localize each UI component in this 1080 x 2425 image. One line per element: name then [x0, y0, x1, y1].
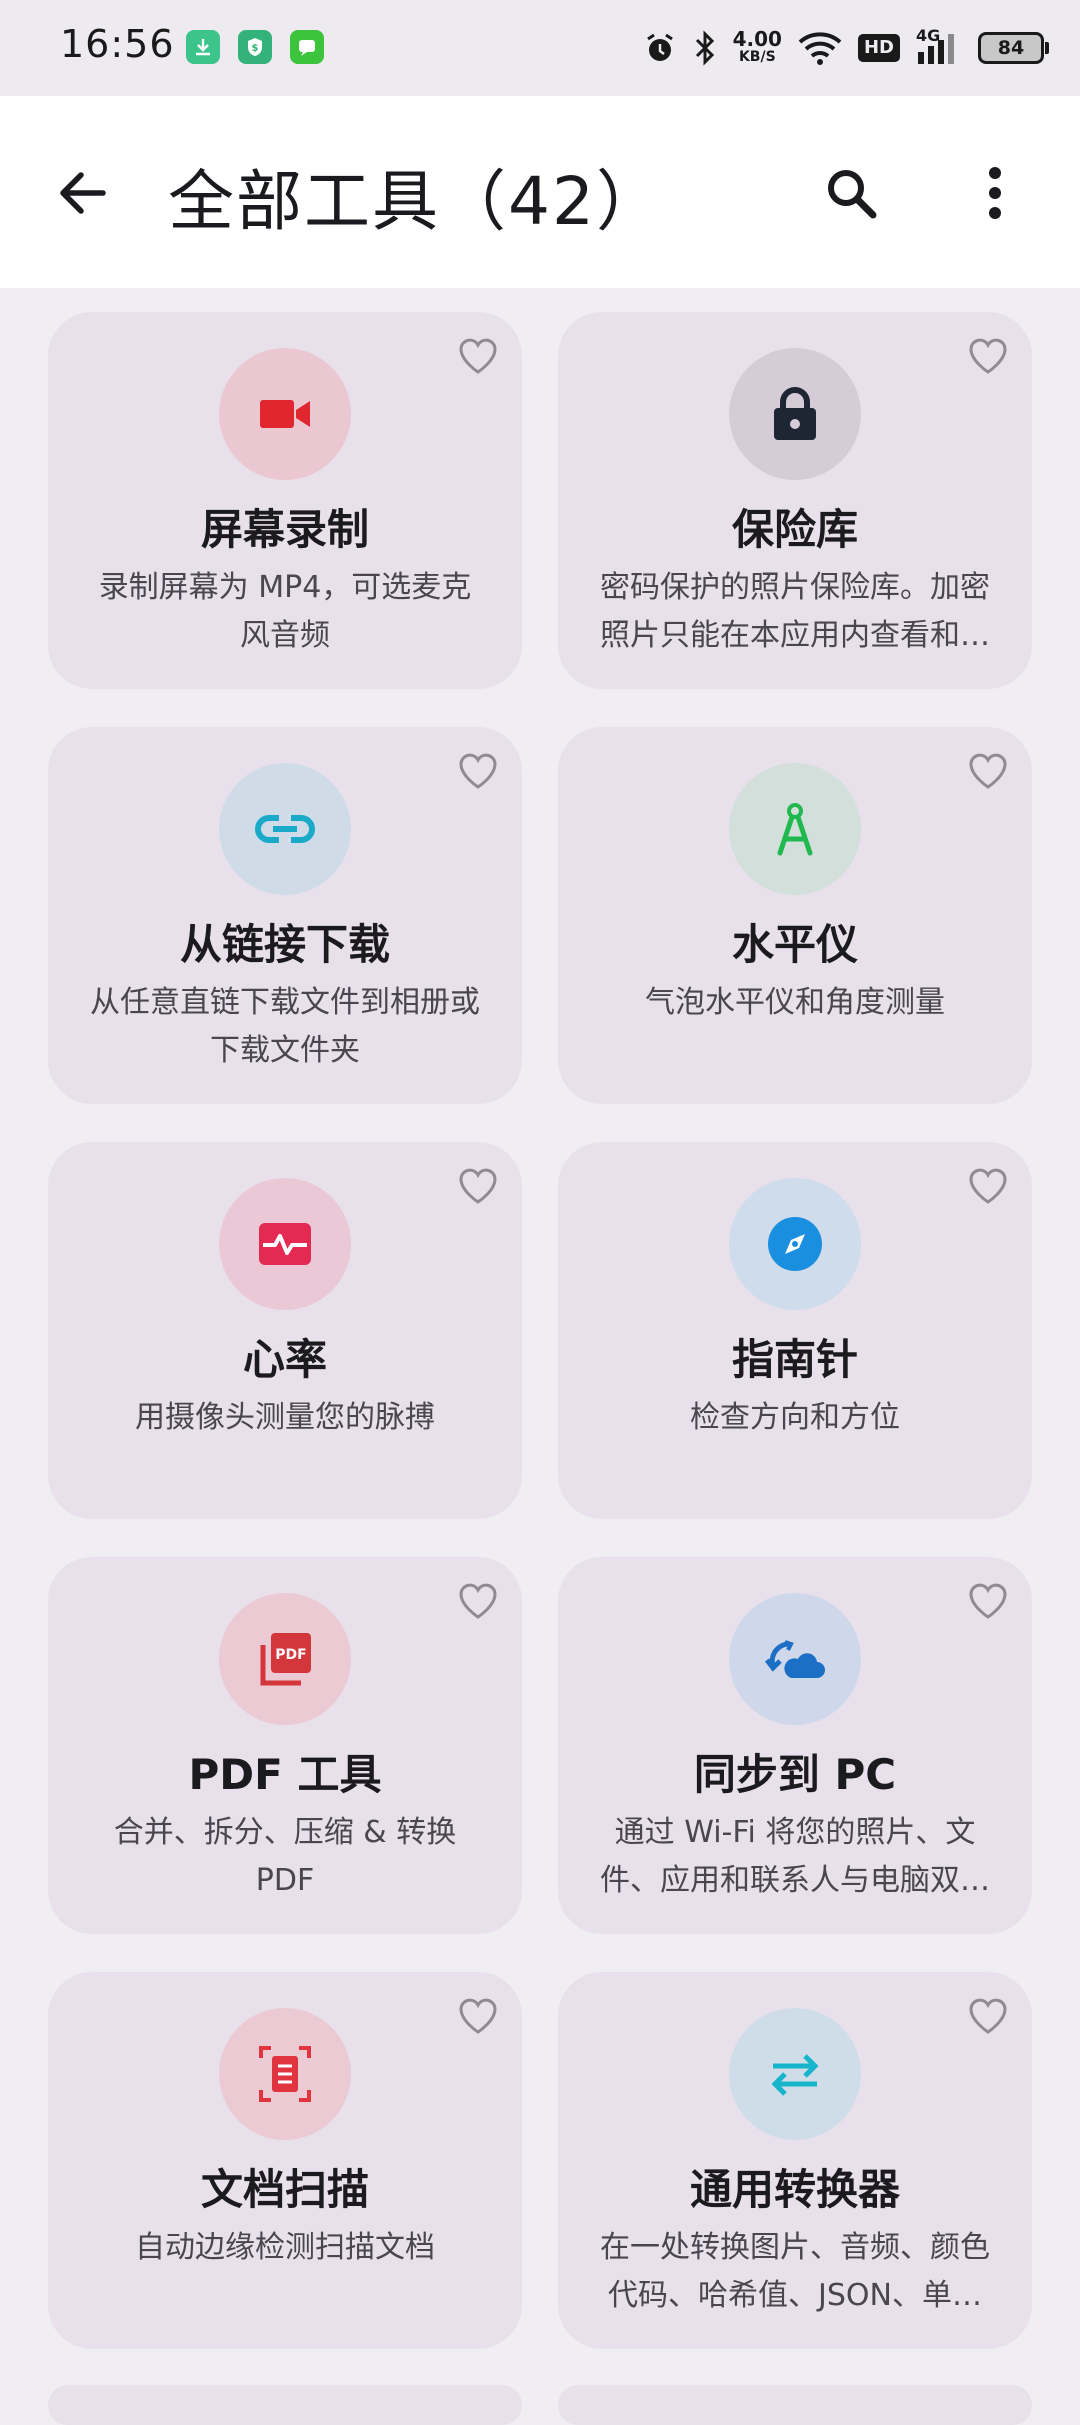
tool-icon-circle	[729, 1178, 861, 1310]
wifi-icon	[798, 32, 842, 65]
tool-card-partial[interactable]	[558, 2385, 1032, 2425]
tool-description: 自动边缘检测扫描文档	[135, 2230, 435, 2265]
tool-card[interactable]: 同步到 PC 通过 Wi-Fi 将您的照片、文件、应用和联系人与电脑双向同步	[558, 1557, 1032, 1934]
tool-description: 录制屏幕为 MP4，可选麦克风音频	[98, 570, 472, 653]
battery-icon: 84	[978, 32, 1049, 64]
tool-card[interactable]: 水平仪 气泡水平仪和角度测量	[558, 727, 1032, 1104]
hd-badge: HD	[857, 34, 900, 62]
tool-card[interactable]: 心率 用摄像头测量您的脉搏	[48, 1142, 522, 1519]
tool-title: 从链接下载	[179, 920, 390, 969]
favorite-heart-icon[interactable]	[966, 749, 1010, 793]
search-icon	[828, 170, 877, 219]
tool-description: 密码保护的照片保险库。加密照片只能在本应用内查看和管理	[600, 570, 990, 653]
tool-description: 检查方向和方位	[690, 1400, 900, 1435]
more-options-button[interactable]	[952, 150, 1038, 236]
tool-icon-circle	[729, 763, 861, 895]
back-arrow-icon	[60, 172, 106, 214]
tool-description: 在一处转换图片、音频、颜色代码、哈希值、JSON、单位等	[600, 2230, 990, 2313]
tool-card-partial[interactable]	[48, 2385, 522, 2425]
tool-icon-circle: PDF	[219, 1593, 351, 1725]
lock-icon	[774, 387, 816, 440]
compass-tool-icon	[777, 803, 813, 856]
tool-icon-circle	[729, 348, 861, 480]
tool-icon-circle	[729, 2008, 861, 2140]
tool-icon-circle	[219, 763, 351, 895]
pdf-icon: PDF	[260, 1633, 311, 1686]
tool-card[interactable]: 指南针 检查方向和方位	[558, 1142, 1032, 1519]
svg-text:PDF: PDF	[275, 1647, 306, 1663]
document-scan-icon	[259, 2046, 311, 2102]
favorite-heart-icon[interactable]	[456, 1994, 500, 2038]
tools-grid: 屏幕录制 录制屏幕为 MP4，可选麦克风音频 保险库 密码保护的照片保险库。加密…	[48, 312, 1032, 2349]
tool-card[interactable]: 从链接下载 从任意直链下载文件到相册或下载文件夹	[48, 727, 522, 1104]
tool-title: 保险库	[731, 505, 858, 554]
tool-card[interactable]: 通用转换器 在一处转换图片、音频、颜色代码、哈希值、JSON、单位等	[558, 1972, 1032, 2349]
tool-description: 合并、拆分、压缩 & 转换 PDF	[113, 1815, 457, 1898]
signal-icon: 4G	[916, 26, 962, 66]
tool-description: 用摄像头测量您的脉搏	[135, 1400, 435, 1435]
tool-title: 指南针	[731, 1335, 858, 1384]
tool-title: 屏幕录制	[200, 505, 369, 554]
heart-rate-icon	[259, 1223, 311, 1265]
favorite-heart-icon[interactable]	[456, 1164, 500, 1208]
tool-icon-circle	[219, 2008, 351, 2140]
compass-icon	[768, 1217, 822, 1271]
tool-title: 通用转换器	[689, 2165, 900, 2214]
back-button[interactable]	[40, 150, 126, 236]
tool-card[interactable]: 屏幕录制 录制屏幕为 MP4，可选麦克风音频	[48, 312, 522, 689]
bluetooth-icon	[695, 30, 714, 66]
tool-card[interactable]: 保险库 密码保护的照片保险库。加密照片只能在本应用内查看和管理	[558, 312, 1032, 689]
sync-cloud-icon	[765, 1640, 825, 1678]
link-icon	[255, 815, 315, 843]
status-bar: 16:56 $ 4.00 KB/S HD 4G 84	[0, 0, 1080, 96]
search-button[interactable]	[808, 150, 894, 236]
more-vert-icon	[989, 167, 1001, 219]
favorite-heart-icon[interactable]	[456, 1579, 500, 1623]
favorite-heart-icon[interactable]	[966, 334, 1010, 378]
tool-title: 心率	[242, 1335, 327, 1384]
tool-title: 水平仪	[731, 920, 858, 969]
tool-description: 通过 Wi-Fi 将您的照片、文件、应用和联系人与电脑双向同步	[600, 1815, 990, 1898]
tool-icon-circle	[219, 1178, 351, 1310]
status-time: 16:56	[60, 22, 175, 66]
tool-description: 从任意直链下载文件到相册或下载文件夹	[90, 985, 480, 1068]
alarm-icon	[646, 33, 673, 61]
tool-title: PDF 工具	[188, 1750, 382, 1799]
svg-text:$: $	[252, 43, 259, 54]
tool-card[interactable]: PDF PDF 工具 合并、拆分、压缩 & 转换 PDF	[48, 1557, 522, 1934]
tool-card[interactable]: 文档扫描 自动边缘检测扫描文档	[48, 1972, 522, 2349]
tool-icon-circle	[219, 348, 351, 480]
network-speed: 4.00 KB/S	[732, 27, 782, 65]
page-title: 全部工具（42）	[168, 163, 664, 240]
favorite-heart-icon[interactable]	[966, 1164, 1010, 1208]
tool-description: 气泡水平仪和角度测量	[645, 985, 945, 1020]
shield-app-icon: $	[238, 30, 272, 64]
message-app-icon	[290, 30, 324, 64]
download-app-icon	[186, 30, 220, 64]
favorite-heart-icon[interactable]	[456, 334, 500, 378]
tool-icon-circle	[729, 1593, 861, 1725]
favorite-heart-icon[interactable]	[966, 1994, 1010, 2038]
video-camera-icon	[260, 400, 310, 428]
tool-title: 同步到 PC	[693, 1750, 897, 1799]
tool-title: 文档扫描	[200, 2165, 369, 2214]
swap-arrows-icon	[771, 2054, 819, 2096]
favorite-heart-icon[interactable]	[456, 749, 500, 793]
top-app-bar: 全部工具（42）	[0, 96, 1080, 288]
favorite-heart-icon[interactable]	[966, 1579, 1010, 1623]
